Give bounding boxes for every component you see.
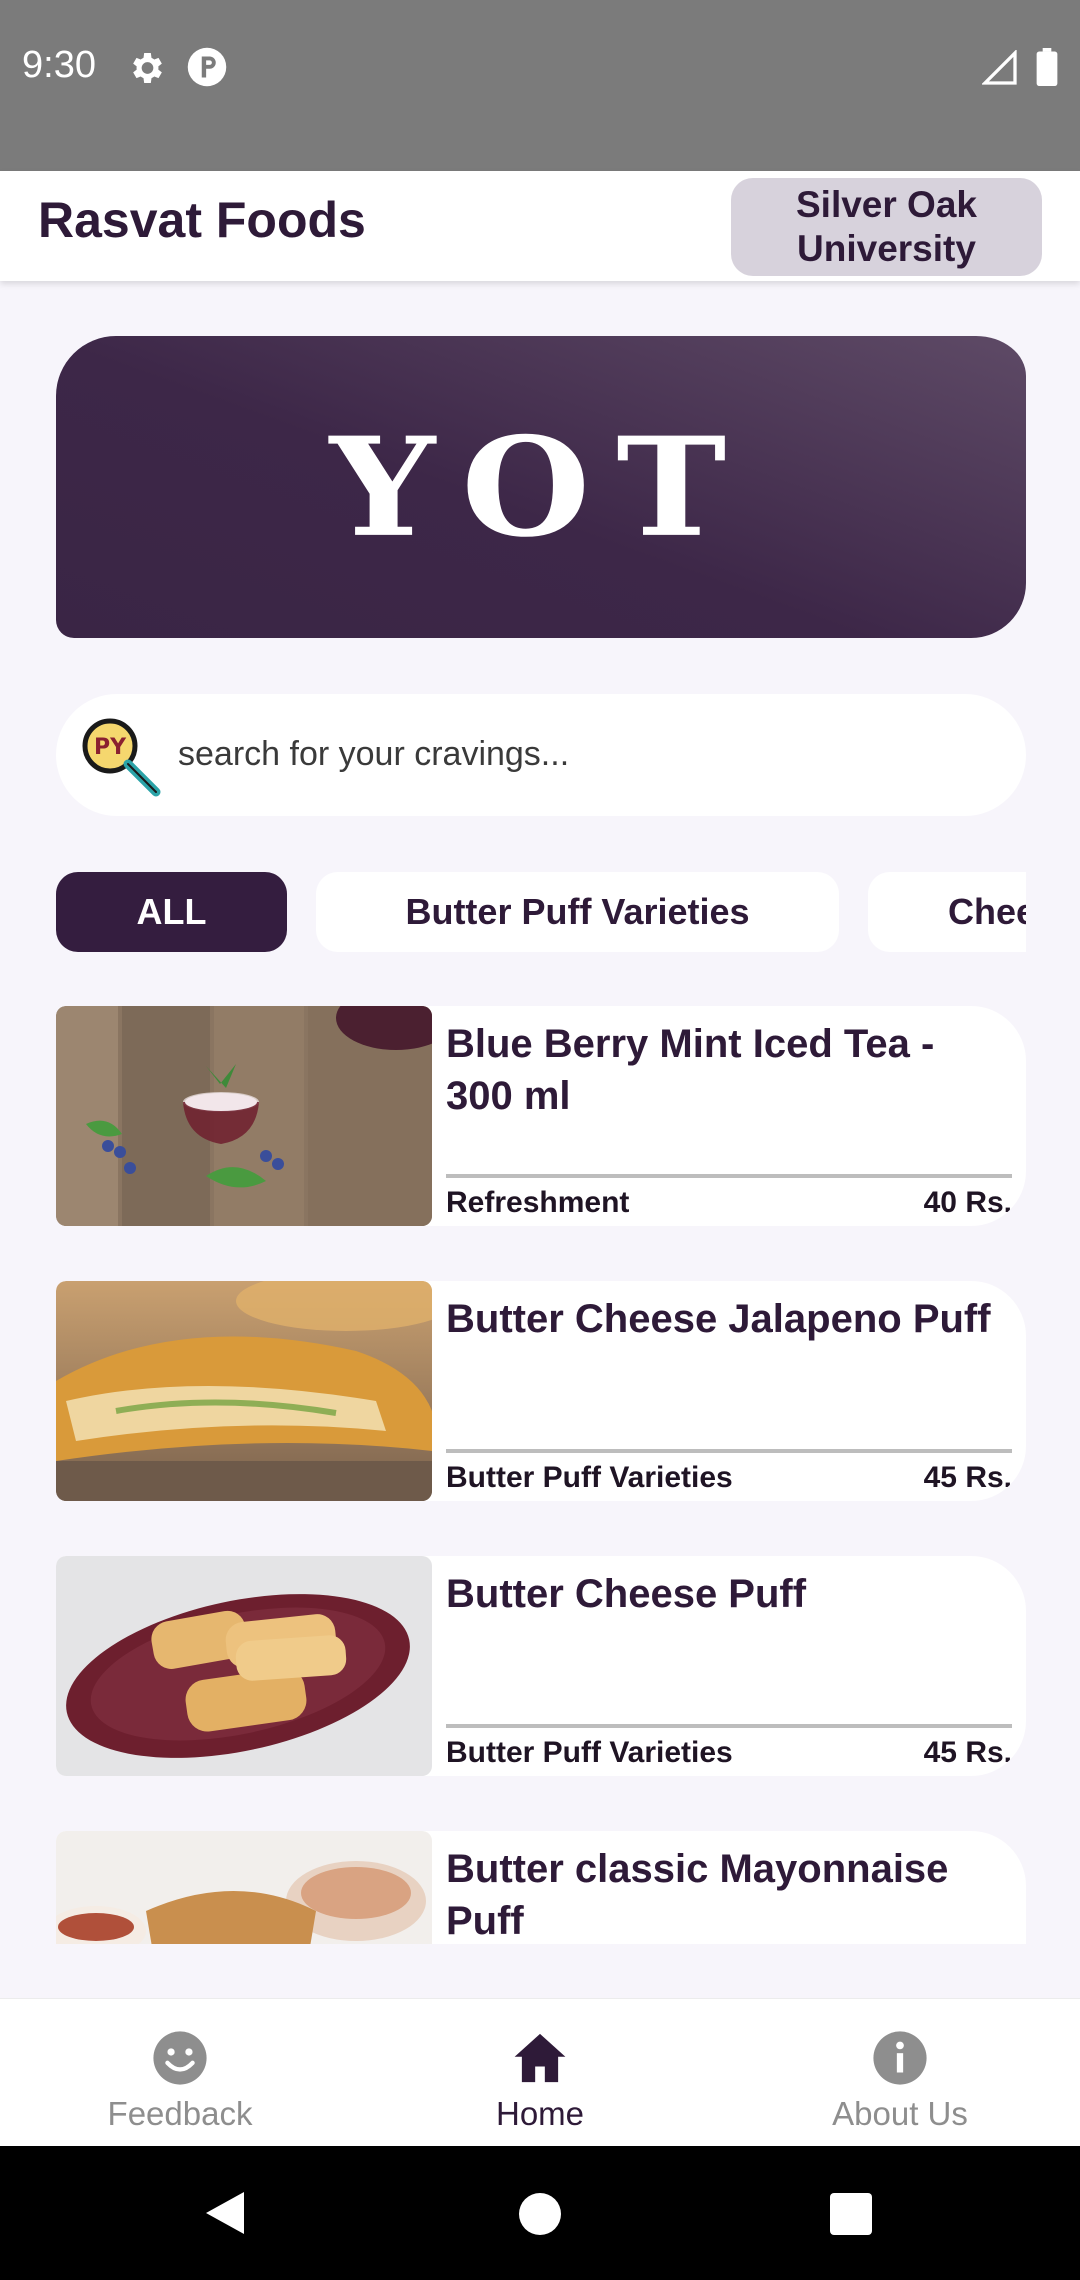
chip-cheese[interactable]: Cheese [868,872,1026,952]
nav-label-about-us: About Us [832,2095,968,2132]
chip-butter-puff-varieties[interactable]: Butter Puff Varieties [316,872,839,952]
promo-banner: YOT [56,336,1026,638]
battery-icon [1036,48,1058,86]
info-icon [873,2031,927,2085]
item-name: Butter classic Mayonnaise Puff [446,1847,949,1943]
nav-feedback[interactable]: Feedback [0,1999,360,2147]
item-name: Butter Cheese Jalapeno Puff [446,1297,991,1341]
divider [446,1174,1012,1178]
food-image [56,1556,432,1776]
menu-list[interactable]: Blue Berry Mint Iced Tea - 300 ml Refres… [56,1006,1026,1944]
item-name: Butter Cheese Puff [446,1572,807,1616]
item-price: 45 Rs. [923,1461,1012,1494]
bottom-navigation: Feedback Home About Us [0,1998,1080,2146]
status-time: 9:30 [22,44,96,86]
svg-text:PY: PY [94,735,127,760]
menu-item-card[interactable]: Butter Cheese Jalapeno Puff Butter Puff … [56,1281,1026,1501]
p-circle-icon [187,47,227,87]
menu-item-card[interactable]: Butter Cheese Puff Butter Puff Varieties… [56,1556,1026,1776]
divider [446,1724,1012,1728]
menu-item-card[interactable]: Blue Berry Mint Iced Tea - 300 ml Refres… [56,1006,1026,1226]
item-price: 40 Rs. [923,1186,1012,1219]
app-title: Rasvat Foods [38,192,366,248]
gear-icon [133,53,162,83]
back-icon[interactable] [204,2190,246,2236]
search-input[interactable] [178,726,998,782]
campus-button[interactable]: Silver Oak University [731,178,1042,276]
chip-all[interactable]: ALL [56,872,287,952]
divider [446,1449,1012,1453]
nav-home[interactable]: Home [360,1999,720,2147]
item-price: 45 Rs. [923,1736,1012,1769]
recents-icon[interactable] [830,2193,872,2235]
home-button-icon[interactable] [519,2193,561,2235]
status-bar: 9:30 [0,0,1080,171]
item-category: Butter Puff Varieties [446,1461,733,1494]
search-bar[interactable]: PY [56,694,1026,816]
home-icon [514,2033,566,2083]
menu-item-card[interactable]: Butter classic Mayonnaise Puff [56,1831,1026,1944]
food-image [56,1006,432,1226]
signal-icon [982,50,1017,85]
app-bar: Rasvat Foods Silver Oak University [0,171,1080,281]
search-icon: PY [82,718,161,797]
item-category: Butter Puff Varieties [446,1736,733,1769]
food-image [56,1281,432,1501]
smiley-icon [153,2031,207,2085]
item-name: Blue Berry Mint Iced Tea - 300 ml [446,1022,935,1118]
nav-about-us[interactable]: About Us [720,1999,1080,2147]
nav-label-home: Home [495,2095,585,2132]
category-chips: ALL Butter Puff Varieties Cheese [56,872,1026,952]
nav-label-feedback: Feedback [107,2095,253,2132]
system-navigation-bar [0,2146,1080,2280]
food-image [56,1831,432,1944]
banner-logo-text: YOT [329,406,753,568]
item-category: Refreshment [446,1186,630,1219]
